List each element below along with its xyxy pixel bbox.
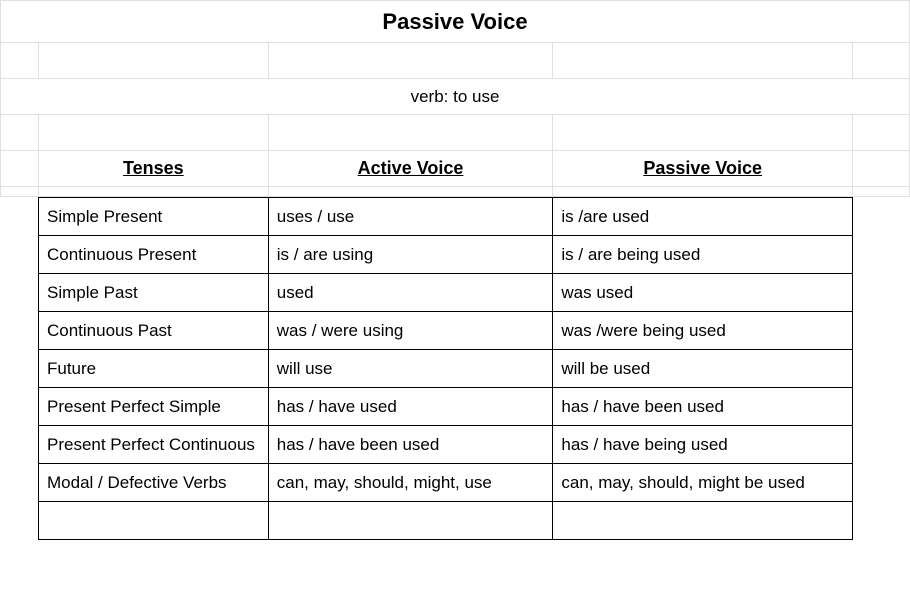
header-tenses: Tenses [38,151,268,187]
cell-tense: Modal / Defective Verbs [39,464,269,502]
cell-active: has / have used [268,388,553,426]
cell-active: will use [268,350,553,388]
cell-tense: Present Perfect Simple [39,388,269,426]
table-row: Simple Past used was used [39,274,853,312]
table-row: Present Perfect Simple has / have used h… [39,388,853,426]
cell-passive: can, may, should, might be used [553,464,853,502]
cell-active: has / have been used [268,426,553,464]
page-title: Passive Voice [1,1,910,43]
table-row: Present Perfect Continuous has / have be… [39,426,853,464]
table-row: Continuous Present is / are using is / a… [39,236,853,274]
cell-tense: Future [39,350,269,388]
header-passive: Passive Voice [553,151,853,187]
cell-passive: was /were being used [553,312,853,350]
cell-passive: will be used [553,350,853,388]
cell-tense: Continuous Past [39,312,269,350]
cell-passive: has / have being used [553,426,853,464]
tenses-table: Simple Present uses / use is /are used C… [38,197,853,540]
cell-tense: Present Perfect Continuous [39,426,269,464]
cell-active: is / are using [268,236,553,274]
subtitle: verb: to use [1,79,910,115]
cell-passive: has / have been used [553,388,853,426]
table-row: Continuous Past was / were using was /we… [39,312,853,350]
cell-empty [39,502,269,540]
table-row: Future will use will be used [39,350,853,388]
cell-passive: is /are used [553,198,853,236]
table-row: Simple Present uses / use is /are used [39,198,853,236]
cell-tense: Continuous Present [39,236,269,274]
cell-empty [553,502,853,540]
table-row: Modal / Defective Verbs can, may, should… [39,464,853,502]
header-active: Active Voice [268,151,553,187]
cell-active: used [268,274,553,312]
spreadsheet-grid: Passive Voice verb: to use Tenses Active… [0,0,910,197]
table-row [39,502,853,540]
cell-active: was / were using [268,312,553,350]
cell-tense: Simple Present [39,198,269,236]
cell-passive: was used [553,274,853,312]
cell-active: can, may, should, might, use [268,464,553,502]
cell-active: uses / use [268,198,553,236]
cell-empty [268,502,553,540]
cell-passive: is / are being used [553,236,853,274]
cell-tense: Simple Past [39,274,269,312]
